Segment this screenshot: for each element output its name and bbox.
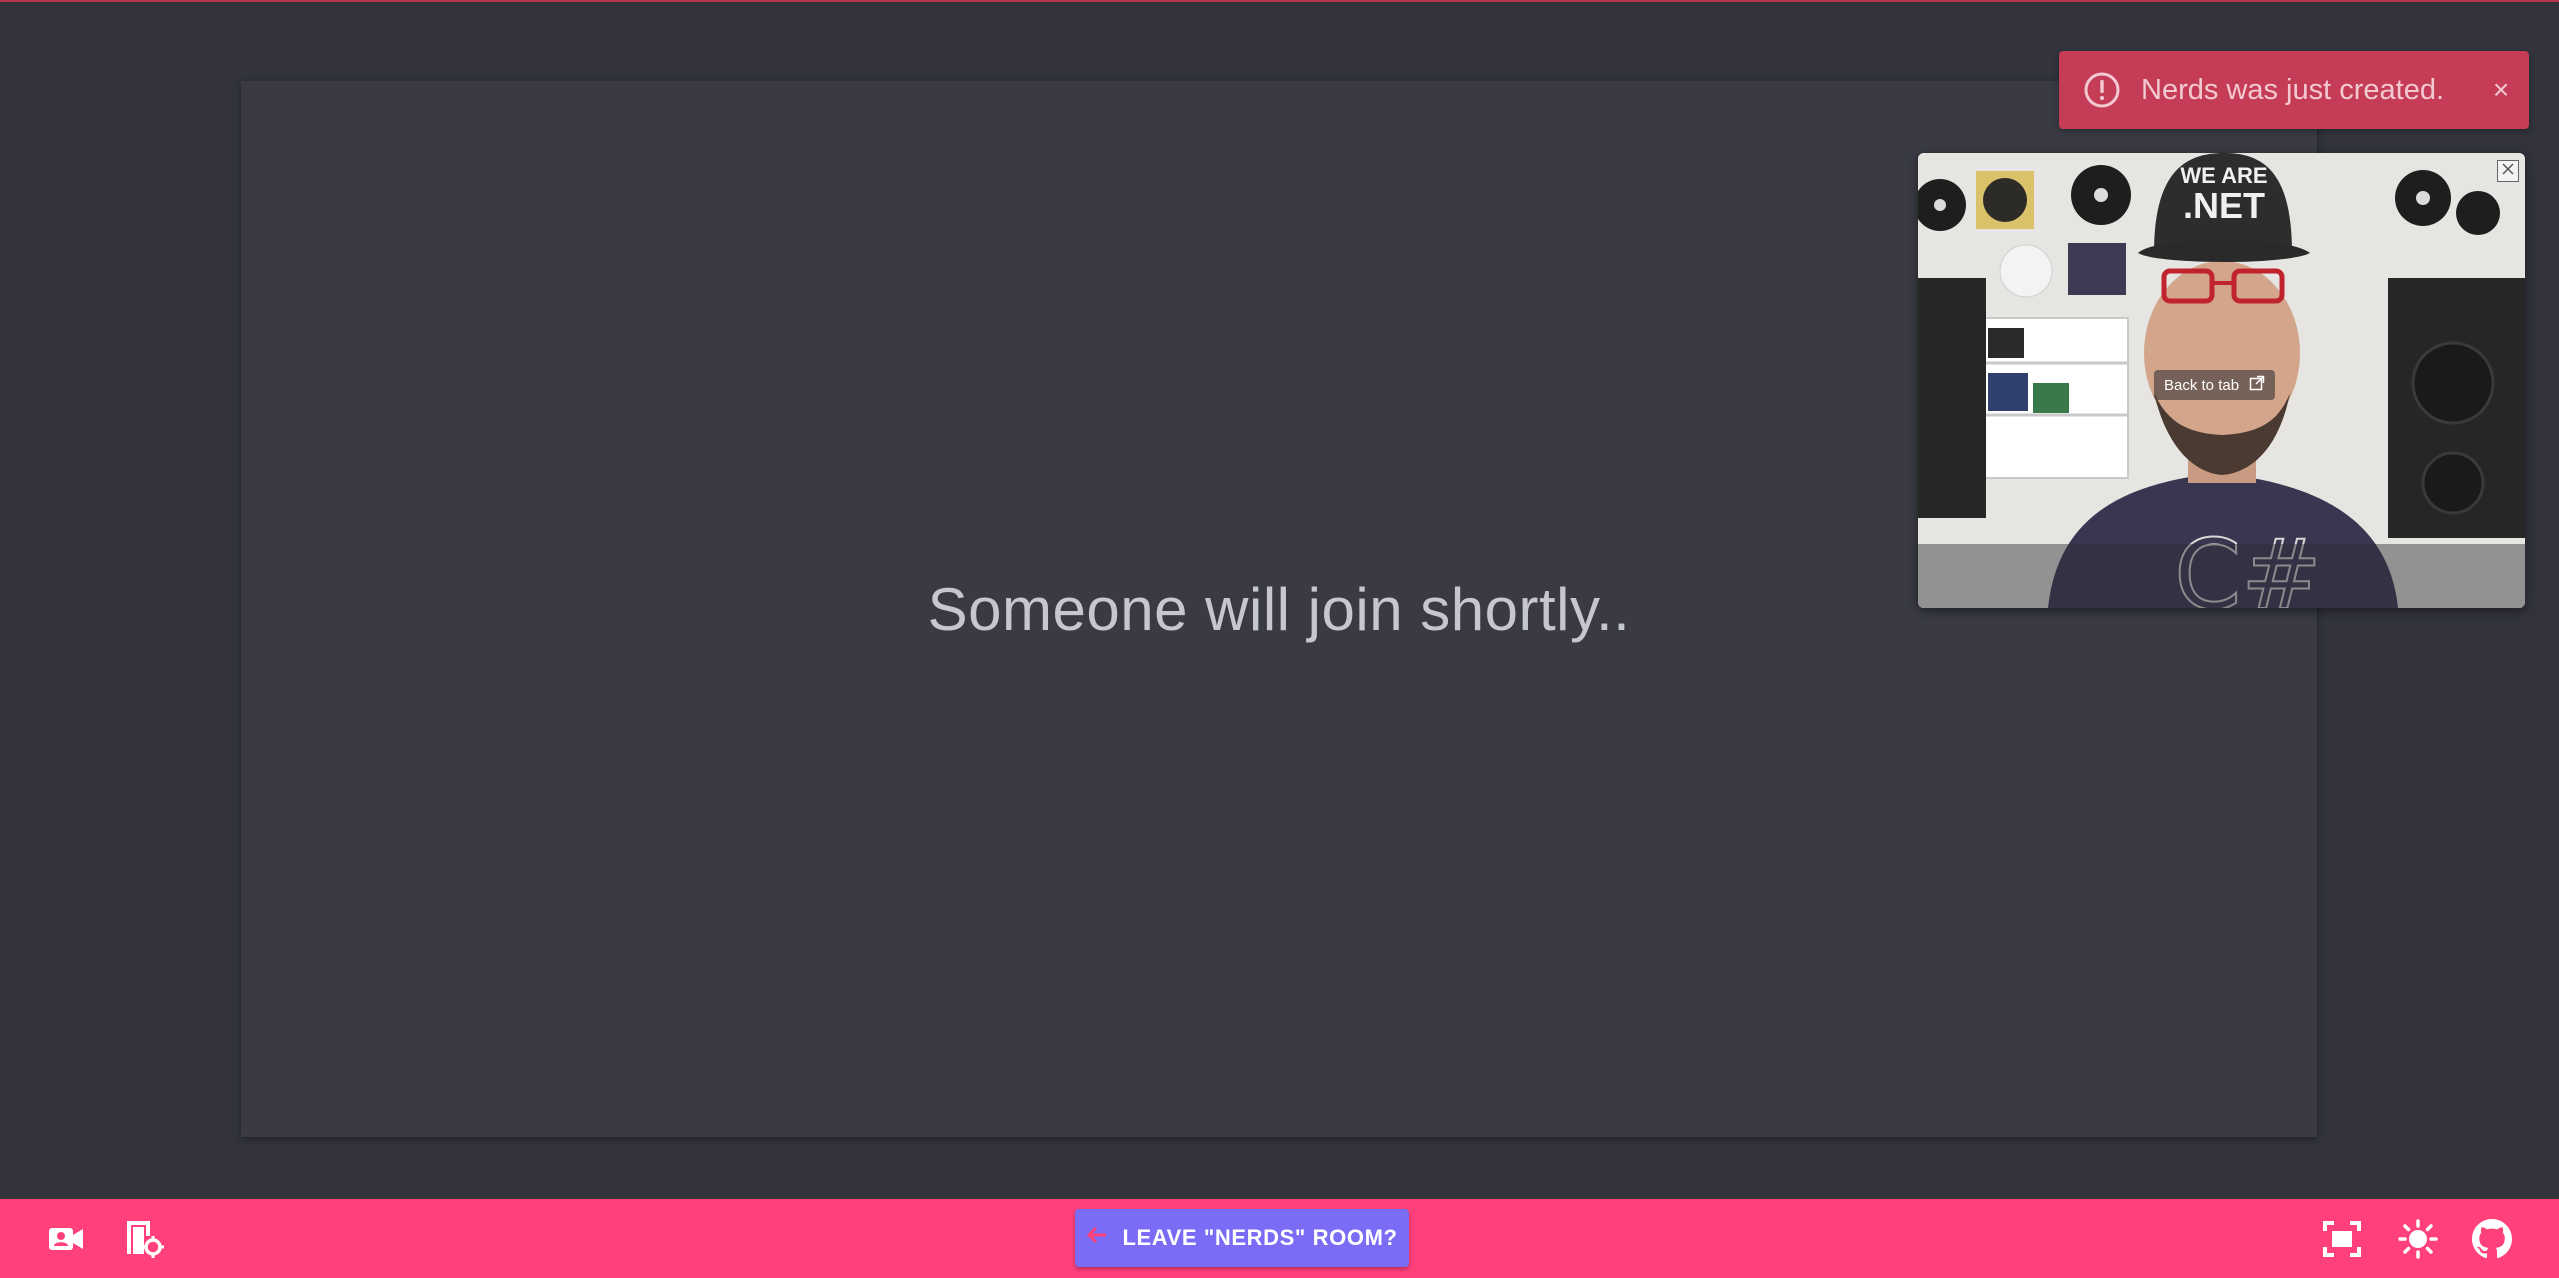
open-in-tab-icon bbox=[2249, 375, 2265, 395]
picture-in-picture-window[interactable]: WE ARE .NET C# Back to tab bbox=[1918, 153, 2525, 608]
hat-text-line-2: .NET bbox=[2183, 185, 2265, 226]
back-to-tab-button[interactable]: Back to tab bbox=[2154, 370, 2276, 400]
close-icon bbox=[2501, 162, 2515, 181]
top-accent-line bbox=[0, 0, 2559, 2]
toast-close-button[interactable]: × bbox=[2481, 74, 2521, 106]
leave-room-button[interactable]: LEAVE "NERDS" ROOM? bbox=[1075, 1209, 1409, 1267]
leave-room-label: LEAVE "NERDS" ROOM? bbox=[1122, 1225, 1398, 1250]
video-settings-icon[interactable] bbox=[46, 1219, 86, 1259]
notification-toast: Nerds was just created. × bbox=[2059, 51, 2529, 129]
pip-control-bar bbox=[1918, 544, 2525, 608]
alert-circle-icon bbox=[2083, 71, 2121, 109]
fullscreen-icon[interactable] bbox=[2322, 1219, 2362, 1259]
back-to-tab-label: Back to tab bbox=[2164, 376, 2240, 394]
room-settings-icon[interactable] bbox=[124, 1219, 164, 1259]
github-icon[interactable] bbox=[2472, 1219, 2512, 1259]
pip-close-button[interactable] bbox=[2497, 160, 2519, 182]
arrow-left-icon bbox=[1086, 1224, 1108, 1252]
brightness-icon[interactable] bbox=[2398, 1219, 2438, 1259]
bottom-app-bar: LEAVE "NERDS" ROOM? bbox=[0, 1199, 2559, 1278]
toast-message: Nerds was just created. bbox=[2141, 73, 2445, 106]
